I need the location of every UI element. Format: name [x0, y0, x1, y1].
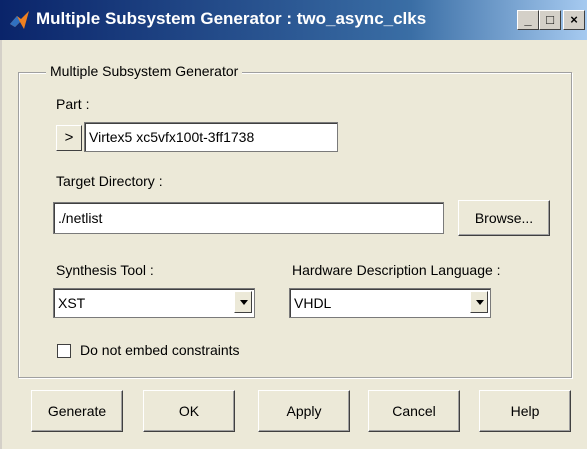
synthesis-tool-label: Synthesis Tool :: [56, 262, 154, 278]
apply-button[interactable]: Apply: [258, 390, 350, 432]
cancel-button[interactable]: Cancel: [368, 390, 460, 432]
matlab-icon: [10, 11, 29, 29]
dialog-window: Multiple Subsystem Generator : two_async…: [0, 0, 587, 449]
chevron-down-icon[interactable]: [470, 291, 488, 313]
target-directory-field[interactable]: ./netlist: [53, 202, 444, 234]
close-button[interactable]: ×: [563, 10, 585, 30]
group-legend: Multiple Subsystem Generator: [46, 63, 243, 79]
synthesis-tool-value: XST: [58, 295, 86, 311]
hdl-label: Hardware Description Language :: [292, 262, 501, 278]
embed-constraints-checkbox[interactable]: [57, 344, 71, 358]
window-title: Multiple Subsystem Generator : two_async…: [36, 9, 427, 28]
minimize-button[interactable]: _: [517, 10, 539, 30]
embed-constraints-label[interactable]: Do not embed constraints: [80, 342, 240, 358]
maximize-button[interactable]: □: [539, 10, 561, 30]
hdl-value: VHDL: [294, 295, 332, 311]
chevron-down-icon[interactable]: [234, 291, 252, 313]
generate-button[interactable]: Generate: [31, 390, 123, 432]
target-directory-label: Target Directory :: [56, 173, 163, 189]
part-picker-button[interactable]: >: [56, 125, 82, 151]
help-button[interactable]: Help: [479, 390, 571, 432]
browse-button[interactable]: Browse...: [458, 200, 550, 236]
hdl-select[interactable]: VHDL: [289, 288, 491, 318]
synthesis-tool-select[interactable]: XST: [53, 288, 255, 318]
ok-button[interactable]: OK: [143, 390, 235, 432]
title-bar[interactable]: Multiple Subsystem Generator : two_async…: [0, 0, 587, 40]
part-label: Part :: [56, 96, 90, 112]
part-field[interactable]: Virtex5 xc5vfx100t-3ff1738: [84, 122, 338, 152]
